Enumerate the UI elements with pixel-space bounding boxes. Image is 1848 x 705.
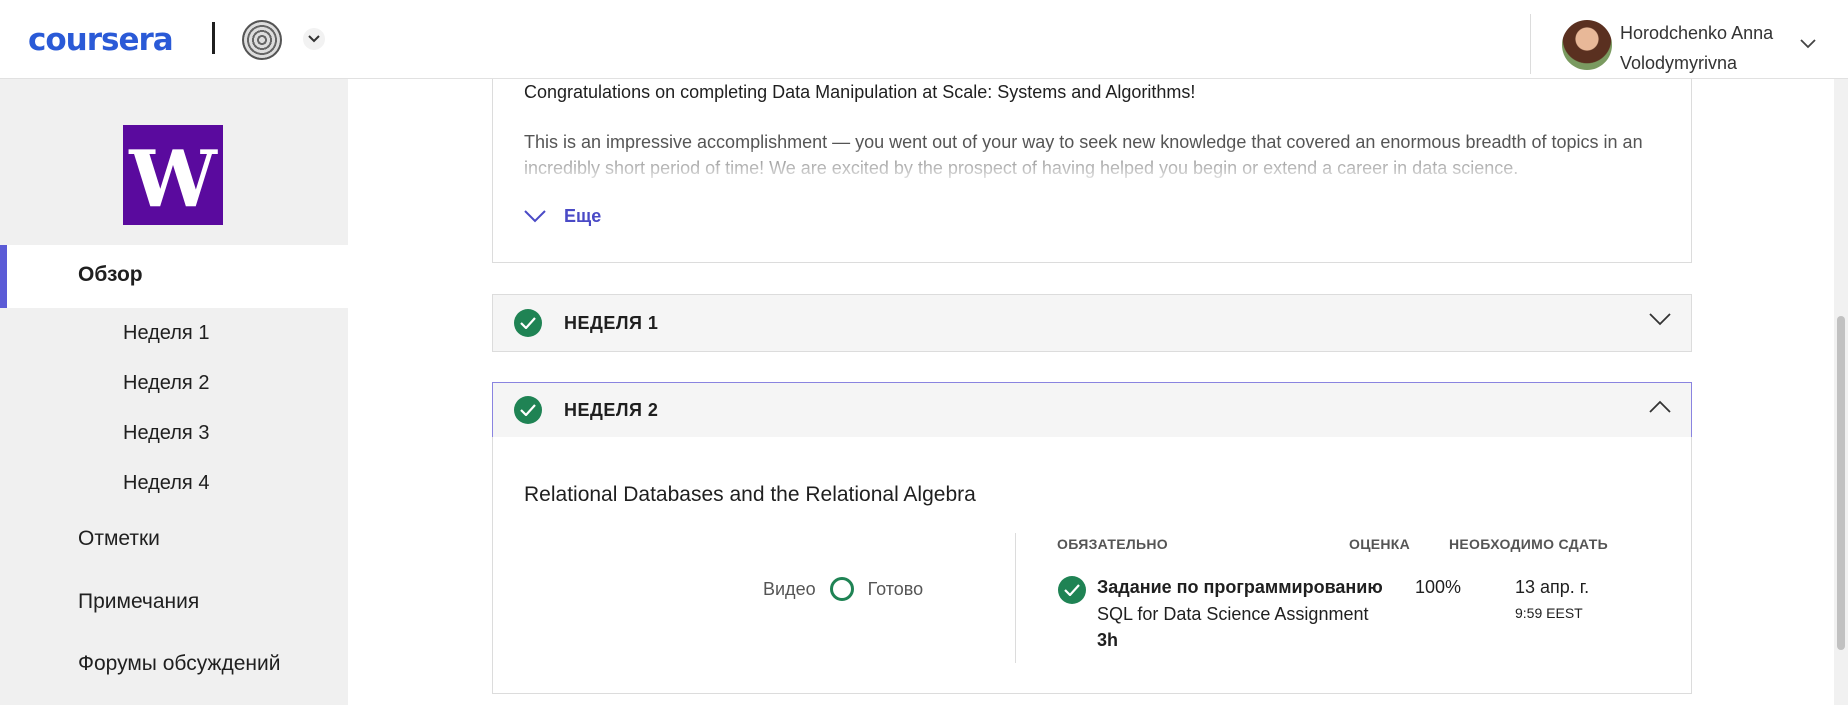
week-2-content: Relational Databases and the Relational …: [492, 437, 1692, 694]
description-fade: [493, 149, 1691, 183]
week-2-title: НЕДЕЛЯ 2: [564, 400, 659, 420]
sidebar-item-week-1[interactable]: Неделя 1: [123, 322, 209, 345]
show-more-label: Еще: [564, 206, 602, 226]
completed-check-icon: [1058, 576, 1086, 604]
video-status-label: Готово: [867, 578, 924, 599]
university-logo: W: [123, 125, 223, 225]
congrats-message: Congratulations on completing Data Manip…: [524, 82, 1196, 102]
show-more-button[interactable]: Еще: [524, 206, 601, 227]
logo-divider: [212, 22, 215, 54]
video-progress: Видео Готово: [763, 577, 923, 601]
grade-column-header: ОЦЕНКА: [1349, 536, 1411, 552]
week-1-title: НЕДЕЛЯ 1: [564, 313, 659, 333]
sidebar-item-notes[interactable]: Примечания: [78, 590, 199, 614]
sidebar-item-week-3[interactable]: Неделя 3: [123, 422, 209, 445]
user-avatar[interactable]: [1562, 20, 1612, 70]
chevron-down-icon[interactable]: [1649, 313, 1671, 332]
sidebar-item-label: Обзор: [78, 263, 143, 286]
assignment-due-date: 13 апр. г.: [1515, 577, 1590, 597]
chevron-down-icon: [524, 209, 546, 222]
required-column-header: ОБЯЗАТЕЛЬНО: [1057, 536, 1168, 552]
sidebar-item-forums[interactable]: Форумы обсуждений: [78, 652, 280, 676]
user-menu-chevron-icon[interactable]: [1800, 36, 1816, 54]
chevron-up-icon[interactable]: [1649, 399, 1671, 418]
sidebar-item-overview[interactable]: Обзор: [0, 245, 348, 308]
top-header: coursera Horodchenko Anna Volodymyrivna: [0, 0, 1848, 79]
progress-ring-icon: [829, 577, 854, 601]
assignment-duration: 3h: [1097, 630, 1119, 650]
institution-seal-icon[interactable]: [242, 20, 282, 60]
assignment-type-link[interactable]: Задание по программированию: [1097, 577, 1383, 598]
user-name[interactable]: Horodchenko Anna Volodymyrivna: [1620, 18, 1800, 78]
coursera-logo[interactable]: coursera: [28, 22, 174, 58]
due-column-header: НЕОБХОДИМО СДАТЬ: [1449, 536, 1608, 552]
assignment-name[interactable]: SQL for Data Science Assignment: [1097, 604, 1368, 625]
assignment-grade: 100%: [1415, 577, 1462, 597]
video-label: Видео: [763, 578, 816, 599]
header-separator: [1530, 14, 1531, 74]
column-divider: [1015, 533, 1016, 663]
week-2-header[interactable]: НЕДЕЛЯ 2: [492, 382, 1692, 438]
module-title: Relational Databases and the Relational …: [524, 483, 976, 506]
sidebar-item-grades[interactable]: Отметки: [78, 527, 160, 551]
sidebar-item-week-4[interactable]: Неделя 4: [123, 472, 209, 495]
course-sidebar: W Обзор Неделя 1 Неделя 2 Неделя 3 Недел…: [0, 79, 348, 705]
week-1-header[interactable]: НЕДЕЛЯ 1: [492, 294, 1692, 352]
institution-menu-chevron-icon[interactable]: [303, 28, 325, 50]
course-completion-card: Congratulations on completing Data Manip…: [492, 79, 1692, 263]
completed-check-icon: [514, 396, 542, 424]
sidebar-item-week-2[interactable]: Неделя 2: [123, 372, 209, 395]
completed-check-icon: [514, 309, 542, 337]
assignment-due-time: 9:59 EEST: [1515, 605, 1583, 621]
scrollbar-thumb[interactable]: [1837, 316, 1845, 650]
